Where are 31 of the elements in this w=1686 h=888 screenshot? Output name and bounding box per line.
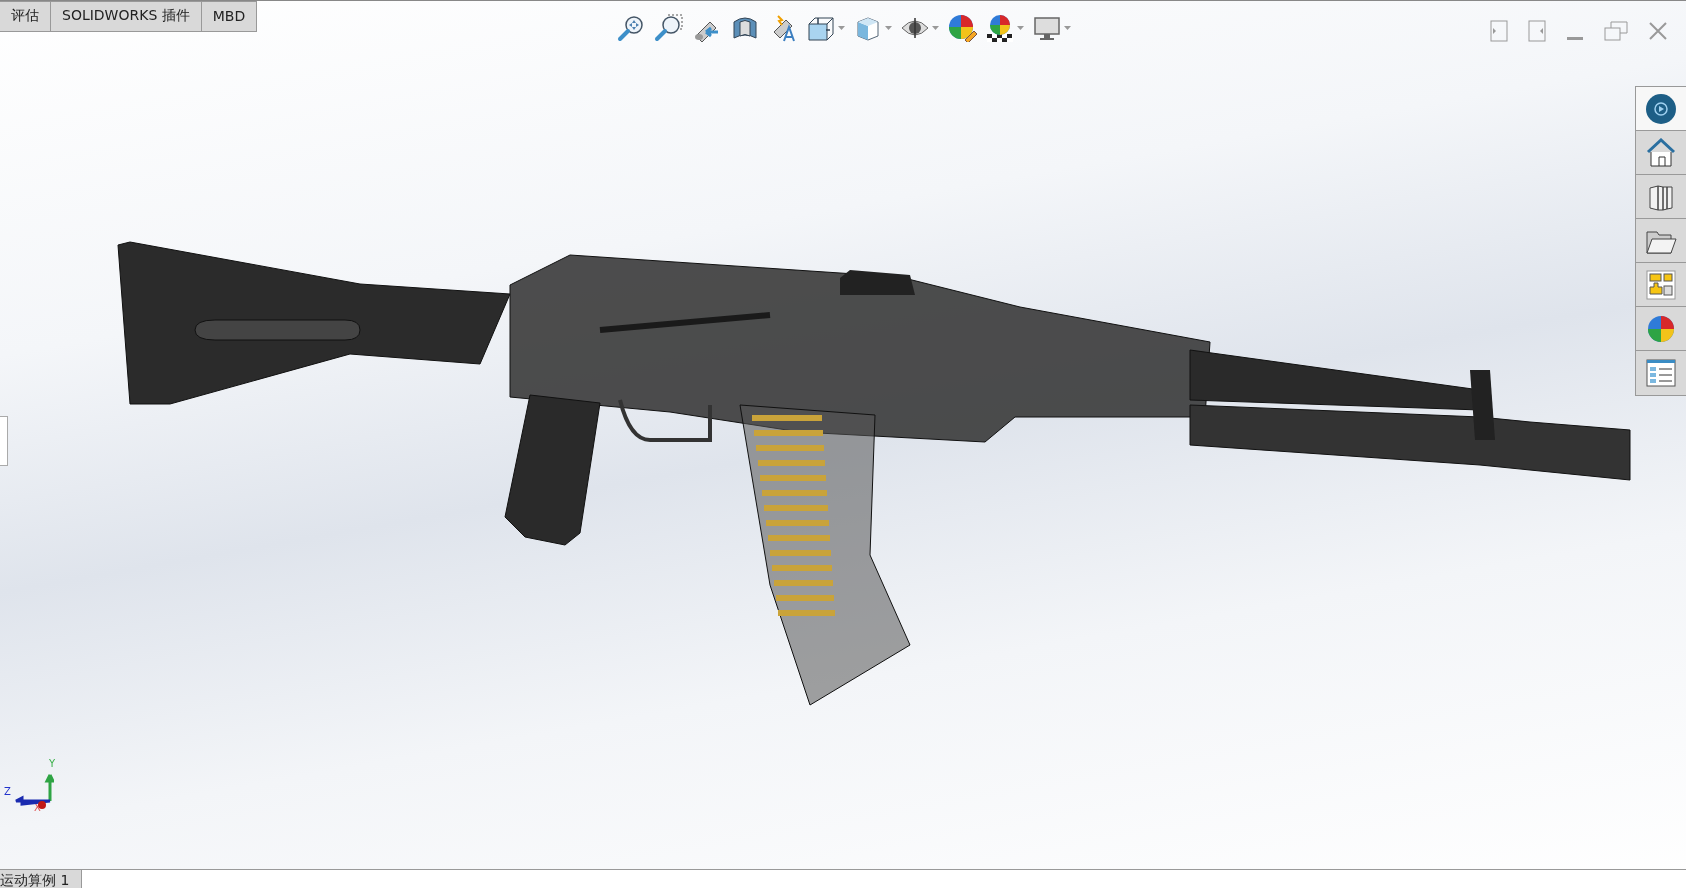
- task-pane-tab[interactable]: [1636, 131, 1686, 175]
- motion-study-tab[interactable]: 运动算例 1: [0, 870, 83, 888]
- command-tab[interactable]: 评估: [0, 1, 51, 32]
- zoom-fit-icon[interactable]: [615, 13, 646, 42]
- task-pane-tab[interactable]: [1636, 175, 1686, 219]
- panel-handle[interactable]: [0, 416, 8, 466]
- caret-icon[interactable]: [1063, 25, 1071, 30]
- layout-icon: [1646, 269, 1676, 300]
- command-tab[interactable]: SOLIDWORKS 插件: [51, 1, 202, 32]
- caret-icon[interactable]: [1016, 25, 1024, 30]
- caret-icon[interactable]: [884, 25, 892, 30]
- task-pane-tab[interactable]: [1636, 263, 1686, 307]
- dock-right-icon[interactable]: [1528, 19, 1546, 42]
- task-pane-tab[interactable]: [1636, 307, 1686, 351]
- zoom-area-icon[interactable]: [653, 13, 684, 42]
- axis-label: Y: [49, 759, 56, 769]
- scene-icon[interactable]: [984, 13, 1015, 42]
- appearance-icon[interactable]: [946, 13, 977, 42]
- caret-icon[interactable]: [837, 25, 845, 30]
- appearance-ball-icon: [1646, 313, 1676, 344]
- caret-icon[interactable]: [931, 25, 939, 30]
- command-tab[interactable]: MBD: [201, 1, 258, 32]
- axis-label: Z: [4, 787, 11, 797]
- close-icon[interactable]: [1648, 20, 1668, 41]
- task-pane-tab[interactable]: [1636, 87, 1686, 131]
- play-disc-icon: [1645, 92, 1677, 125]
- task-pane-tab[interactable]: [1636, 351, 1686, 395]
- home-icon: [1646, 137, 1676, 168]
- dock-left-icon[interactable]: [1490, 19, 1508, 42]
- properties-list-icon: [1646, 358, 1676, 388]
- task-pane-tab[interactable]: [1636, 219, 1686, 263]
